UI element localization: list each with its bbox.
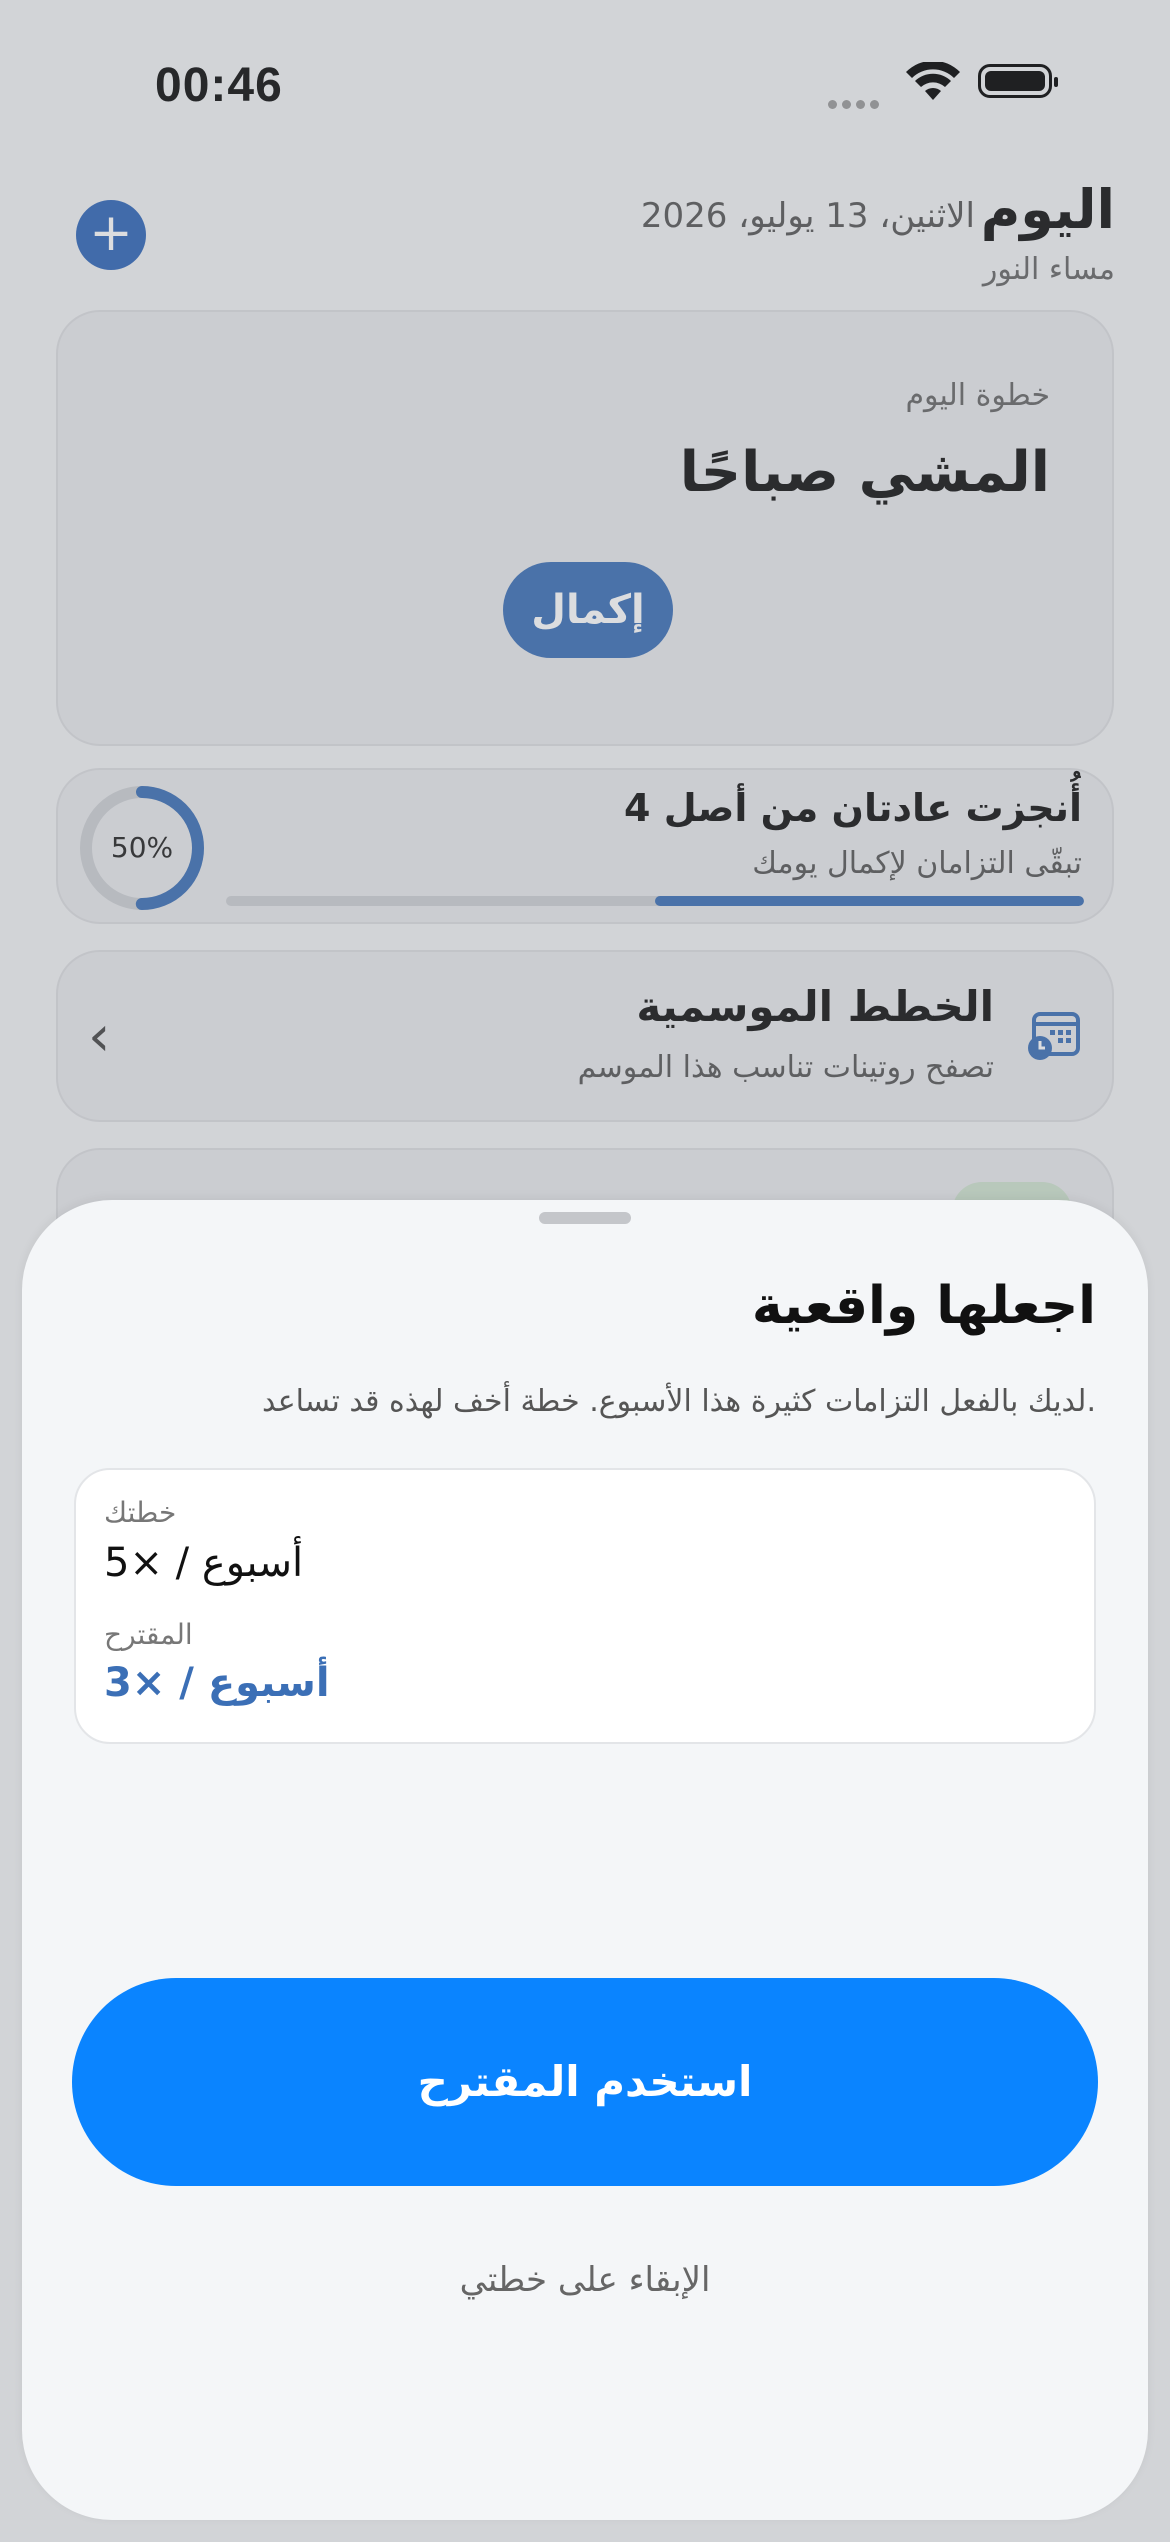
keep-my-plan-button[interactable]: الإبقاء على خطتي <box>335 2240 835 2320</box>
sheet-grabber[interactable] <box>539 1212 631 1224</box>
your-plan-value: 5× / أسبوع <box>104 1540 304 1586</box>
your-plan-label: خطتك <box>104 1496 177 1529</box>
suggested-label: المقترح <box>104 1618 193 1651</box>
app-screen: 00:46 + اليوم الاثنين، 13 يوليو، 2026 مس… <box>0 0 1170 2542</box>
plan-comparison: خطتك 5× / أسبوع المقترح 3× / أسبوع <box>74 1468 1096 1744</box>
bottom-sheet: اجعلها واقعية لديك بالفعل التزامات كثيرة… <box>22 1200 1148 2520</box>
use-suggested-button[interactable]: استخدم المقترح <box>72 1978 1098 2186</box>
suggested-value: 3× / أسبوع <box>104 1660 330 1706</box>
sheet-title: اجعلها واقعية <box>751 1276 1096 1336</box>
sheet-description: لديك بالفعل التزامات كثيرة هذا الأسبوع. … <box>261 1384 1096 1419</box>
